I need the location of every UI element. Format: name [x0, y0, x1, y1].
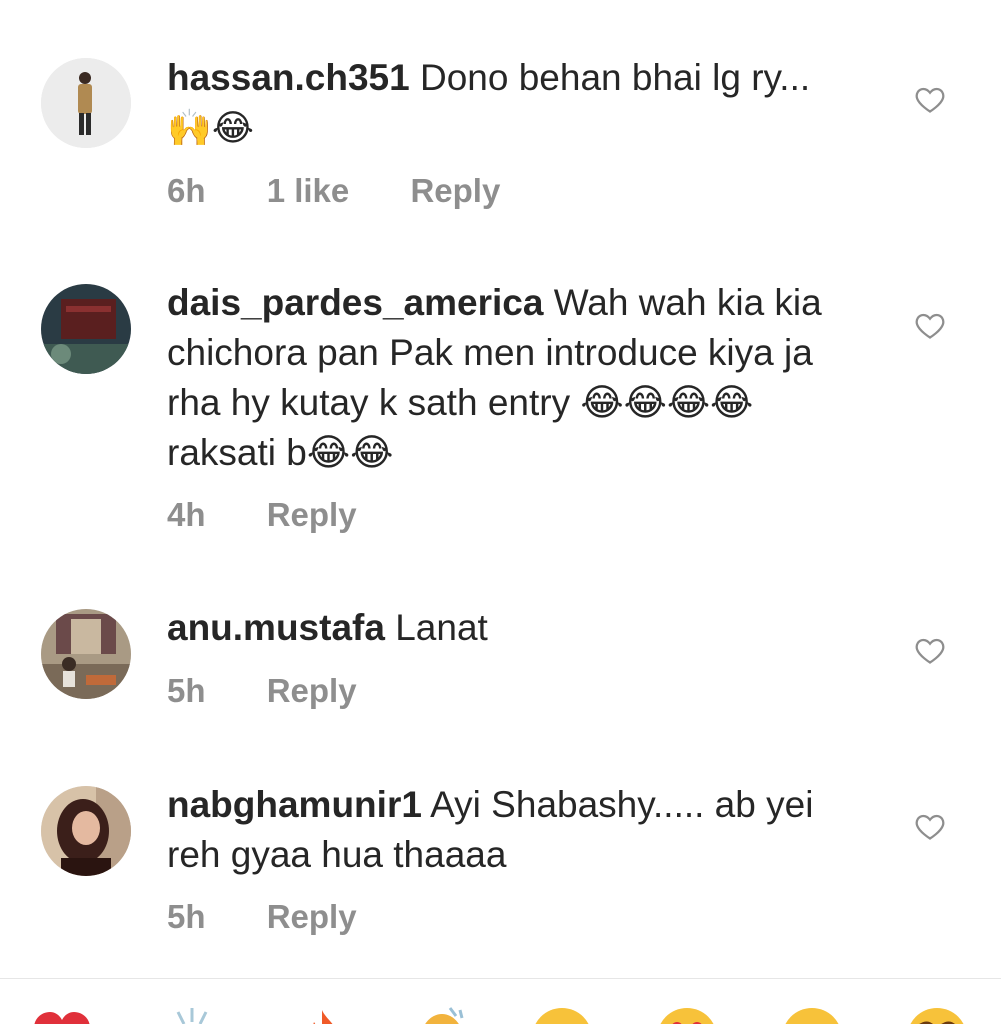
avatar-man-standing-icon — [41, 58, 131, 148]
comment-text: Dono behan bhai lg ry... — [420, 57, 811, 98]
like-heart-icon[interactable] — [915, 311, 945, 339]
reply-button[interactable]: Reply — [410, 172, 500, 209]
comment-likes[interactable]: 1 like — [267, 172, 350, 209]
comment-time: 4h — [167, 496, 206, 533]
comment-username[interactable]: hassan.ch351 — [167, 57, 410, 98]
like-heart-icon[interactable] — [915, 812, 945, 840]
user-avatar[interactable] — [41, 58, 131, 148]
comment-username[interactable]: dais_pardes_america — [167, 282, 543, 323]
comment-username[interactable]: nabghamunir1 — [167, 784, 422, 825]
comment-meta: 4h Reply — [167, 496, 409, 534]
comment-body: nabghamunir1 Ayi Shabashy..... ab yei re… — [167, 780, 872, 880]
comment-emoji: 🙌😂 — [167, 107, 254, 148]
avatar-dark-building-icon — [41, 284, 131, 374]
like-heart-icon[interactable] — [915, 85, 945, 113]
avatar-room-scene-icon — [41, 609, 131, 699]
reaction-surprised-face-icon[interactable] — [780, 1006, 844, 1024]
reply-button[interactable]: Reply — [267, 898, 357, 935]
comment-username[interactable]: anu.mustafa — [167, 607, 385, 648]
reply-button[interactable]: Reply — [267, 672, 357, 709]
comment-text: Lanat — [395, 607, 488, 648]
reaction-laughing-face-icon[interactable] — [905, 1006, 969, 1024]
comment-body: hassan.ch351 Dono behan bhai lg ry... 🙌😂 — [167, 53, 872, 153]
quick-reactions-bar — [0, 1000, 1001, 1024]
reaction-clap-icon[interactable] — [410, 1006, 474, 1024]
comment-time: 5h — [167, 672, 206, 709]
comment-body: dais_pardes_america Wah wah kia kia chic… — [167, 278, 872, 478]
like-heart-icon[interactable] — [915, 636, 945, 664]
comment-time: 6h — [167, 172, 206, 209]
reaction-fire-icon[interactable] — [290, 1006, 354, 1024]
reply-button[interactable]: Reply — [267, 496, 357, 533]
reaction-heart-icon[interactable] — [30, 1006, 94, 1024]
comment-meta: 6h 1 like Reply — [167, 172, 552, 210]
divider — [0, 978, 1001, 979]
avatar-woman-portrait-icon — [41, 786, 131, 876]
reaction-sad-face-icon[interactable] — [530, 1006, 594, 1024]
comment-time: 5h — [167, 898, 206, 935]
comment-meta: 5h Reply — [167, 672, 409, 710]
reaction-heart-eyes-icon[interactable] — [655, 1006, 719, 1024]
reaction-raised-hands-icon[interactable] — [160, 1006, 224, 1024]
user-avatar[interactable] — [41, 609, 131, 699]
comment-body: anu.mustafa Lanat — [167, 603, 872, 653]
comment-meta: 5h Reply — [167, 898, 409, 936]
user-avatar[interactable] — [41, 786, 131, 876]
user-avatar[interactable] — [41, 284, 131, 374]
